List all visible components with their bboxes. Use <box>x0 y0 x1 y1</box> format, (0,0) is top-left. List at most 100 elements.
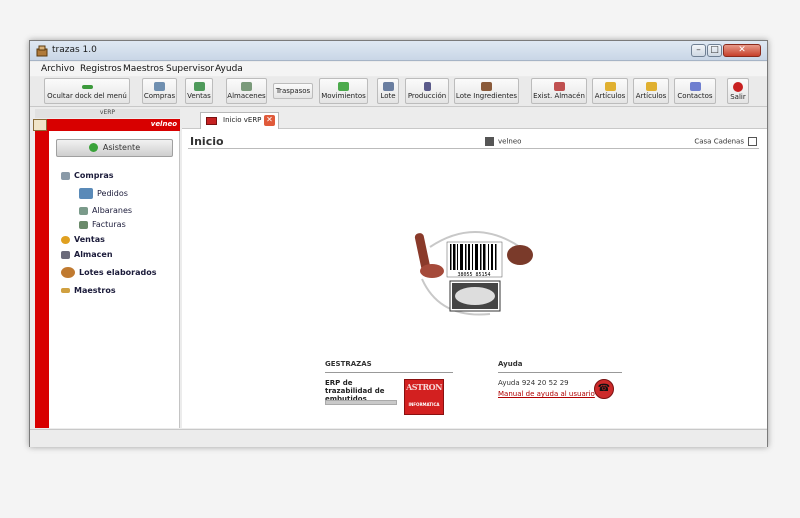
movimientos-button[interactable]: Movimientos <box>319 78 368 104</box>
current-user: velneo <box>485 137 521 146</box>
traspasos-button[interactable]: Traspasos <box>273 83 313 99</box>
produccion-button[interactable]: Producción <box>405 78 449 104</box>
dock-header: vERP <box>35 109 180 118</box>
asistente-button[interactable]: Asistente <box>56 139 173 157</box>
basket-icon <box>79 188 93 199</box>
company-label: Casa Cadenas <box>694 137 744 146</box>
menu-archivo[interactable]: Archivo <box>41 64 75 74</box>
window-title: trazas 1.0 <box>52 45 97 55</box>
sidebar-item-almacen[interactable]: Almacen <box>61 250 113 259</box>
toolbar-label: Movimientos <box>321 92 366 100</box>
articulos-button-2[interactable]: Artículos <box>633 78 669 104</box>
toolbar-label: Compras <box>143 92 176 100</box>
gestrazas-divider <box>325 372 453 373</box>
warehouse-icon <box>241 82 252 91</box>
toolbar-label: Salir <box>730 93 746 101</box>
sidebar-item-pedidos[interactable]: Pedidos <box>79 188 128 199</box>
lote-ingredientes-button[interactable]: Lote Ingredientes <box>454 78 519 104</box>
exist-almacen-button[interactable]: Exist. Almacén <box>531 78 587 104</box>
astron-logo-subtext: INFORMATICA <box>408 402 440 407</box>
gestrazas-heading: GESTRAZAS <box>325 360 372 368</box>
grid-icon <box>338 82 349 91</box>
contacts-icon <box>689 82 701 91</box>
toolbar-label: Almacenes <box>227 92 266 100</box>
tab-inicio-verp[interactable]: Inicio vERP ✕ <box>200 112 279 129</box>
delivery-note-icon <box>79 206 88 215</box>
lot-icon <box>382 82 394 91</box>
toolbar-label: Ocultar dock del menú <box>47 92 127 100</box>
hide-dock-button[interactable]: Ocultar dock del menú <box>44 78 130 104</box>
toolbar-label: Traspasos <box>275 87 311 95</box>
exit-icon <box>733 82 743 92</box>
flag-icon <box>206 117 217 125</box>
sales-icon <box>61 235 70 244</box>
main-panel: Inicio vERP ✕ Inicio velneo Casa Cadenas <box>182 109 767 428</box>
articulos-button-1[interactable]: Artículos <box>592 78 628 104</box>
dock-red-strip <box>35 131 49 428</box>
sidebar-item-lotes-elaborados[interactable]: Lotes elaborados <box>61 267 157 278</box>
cart-icon <box>154 82 165 91</box>
tag-icon <box>61 171 70 180</box>
tab-label: Inicio vERP <box>223 116 262 124</box>
sales-icon <box>193 82 205 91</box>
app-window: trazas 1.0 – □ ✕ Archivo Registros Maest… <box>29 40 768 447</box>
dock-brand: velneo <box>150 120 177 128</box>
minimize-button[interactable]: – <box>691 44 706 57</box>
atom-icon <box>61 267 75 278</box>
phone-icon[interactable]: ☎ <box>594 379 614 399</box>
toolbar-label: Contactos <box>677 92 713 100</box>
title-bar[interactable]: trazas 1.0 – □ ✕ <box>30 41 767 61</box>
close-button[interactable]: ✕ <box>723 44 761 57</box>
sidebar-item-maestros[interactable]: Maestros <box>61 286 116 295</box>
box-icon <box>604 82 616 91</box>
toolbar-label: Artículos <box>635 92 667 100</box>
production-icon <box>423 82 431 91</box>
gestrazas-section: GESTRAZAS <box>325 360 453 373</box>
almacenes-button[interactable]: Almacenes <box>226 78 267 104</box>
sidebar-item-facturas[interactable]: Facturas <box>79 220 126 229</box>
sidebar-item-ventas[interactable]: Ventas <box>61 235 105 244</box>
menu-registros[interactable]: Registros <box>80 64 122 74</box>
maximize-button[interactable]: □ <box>707 44 722 57</box>
dock-logo-icon <box>33 119 47 131</box>
toolbar-label: Producción <box>407 92 447 100</box>
sidebar-item-label: Almacen <box>74 250 113 259</box>
sidebar-item-label: Facturas <box>92 220 126 229</box>
toolbar-label: Lote <box>380 92 396 100</box>
title-divider <box>188 148 759 149</box>
page-title: Inicio <box>190 135 224 148</box>
barcode-number: 38055 85154 <box>457 272 490 278</box>
toolbar-label: Lote Ingredientes <box>455 92 518 100</box>
toolbar: Ocultar dock del menú Compras Ventas Alm… <box>30 77 767 107</box>
contactos-button[interactable]: Contactos <box>674 78 716 104</box>
sidebar-item-albaranes[interactable]: Albaranes <box>79 206 132 215</box>
toolbar-label: Exist. Almacén <box>533 92 585 100</box>
status-bar <box>30 429 767 447</box>
arrow-left-icon <box>81 85 93 89</box>
dock-brand-bar: velneo <box>33 119 180 131</box>
user-icon <box>485 137 494 146</box>
ham-illustration-right <box>507 245 533 265</box>
user-label: velneo <box>498 137 522 146</box>
tab-close-icon[interactable]: ✕ <box>264 115 275 126</box>
assistant-icon <box>88 143 98 152</box>
compras-button[interactable]: Compras <box>142 78 177 104</box>
lote-button[interactable]: Lote <box>377 78 399 104</box>
menu-supervisor[interactable]: Supervisor <box>166 64 214 74</box>
menu-bar: Archivo Registros Maestros Supervisor Ay… <box>30 62 767 76</box>
key-icon <box>61 288 70 293</box>
ayuda-section: Ayuda <box>498 360 622 373</box>
toolbar-label: Artículos <box>594 92 626 100</box>
sidebar: Asistente Compras Pedidos Albaranes Fact… <box>49 131 180 428</box>
menu-ayuda[interactable]: Ayuda <box>215 64 243 74</box>
astron-logo-text: ASTRON <box>406 382 442 392</box>
product-logo: 38055 85154 <box>414 231 533 316</box>
sidebar-item-label: Albaranes <box>92 206 133 215</box>
brand-emblem <box>449 280 501 312</box>
menu-maestros[interactable]: Maestros <box>123 64 164 74</box>
tab-strip: Inicio vERP ✕ <box>182 109 767 129</box>
salir-button[interactable]: Salir <box>727 78 749 104</box>
manual-link[interactable]: Manual de ayuda al usuario <box>498 390 595 398</box>
sidebar-item-compras[interactable]: Compras <box>61 171 114 180</box>
ventas-button[interactable]: Ventas <box>185 78 213 104</box>
